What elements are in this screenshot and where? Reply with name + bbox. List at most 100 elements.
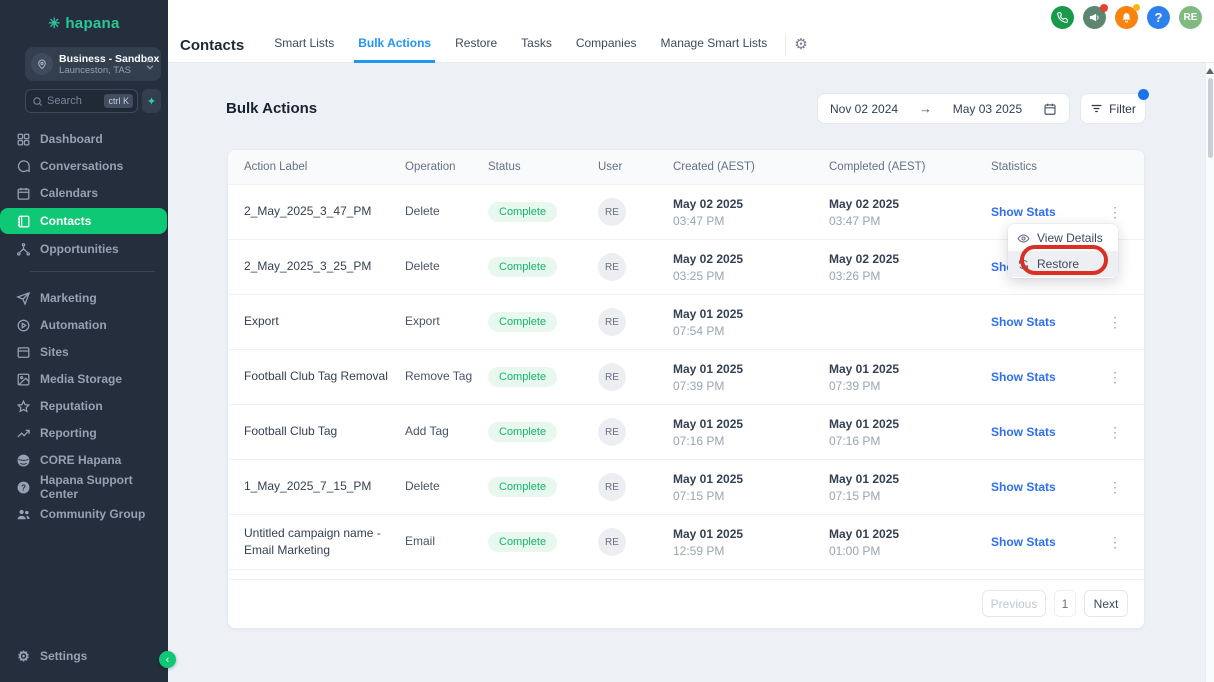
arrow-right-icon: → <box>919 101 932 116</box>
sidebar-item-marketing[interactable]: Marketing <box>0 286 168 310</box>
search-input[interactable] <box>43 95 104 107</box>
created-date: May 01 2025 <box>673 362 829 376</box>
tabs-gear-icon[interactable]: ⚙ <box>794 35 807 55</box>
show-stats-link[interactable]: Show Stats <box>991 425 1101 439</box>
show-stats-link[interactable]: Show Stats <box>991 315 1101 329</box>
tab-manage-smart-lists[interactable]: Manage Smart Lists <box>657 27 772 63</box>
restore-icon <box>1017 258 1030 271</box>
completed-time: 07:15 PM <box>829 489 991 503</box>
status-badge: Complete <box>488 422 557 442</box>
sidebar-item-dashboard[interactable]: Dashboard <box>0 127 168 151</box>
scrollbar-thumb[interactable] <box>1208 78 1213 158</box>
sidebar-item-settings[interactable]: ⚙ Settings <box>0 644 168 668</box>
row-actions-menu-button[interactable]: ⋮ <box>1101 479 1130 496</box>
show-stats-link[interactable]: Show Stats <box>991 480 1101 494</box>
row-actions-menu-button[interactable]: ⋮ <box>1101 314 1130 331</box>
col-status: Status <box>488 161 598 173</box>
eye-icon <box>1017 232 1030 245</box>
announcements-button[interactable] <box>1083 6 1106 29</box>
sidebar-collapse-button[interactable]: ‹ <box>159 651 176 668</box>
operation: Add Tag <box>405 423 488 440</box>
status-badge: Complete <box>488 532 557 552</box>
tab-restore[interactable]: Restore <box>451 27 501 63</box>
top-bar: ? RE Contacts Smart Lists Bulk Actions R… <box>168 0 1214 63</box>
row-actions-menu-button[interactable]: ⋮ <box>1101 424 1130 441</box>
support-icon: ? <box>16 480 31 495</box>
business-selector[interactable]: Business - Sandbox Launceston, TAS <box>25 47 161 81</box>
sidebar-item-opportunities[interactable]: Opportunities <box>0 237 168 261</box>
conversations-icon <box>16 159 31 174</box>
sidebar-search[interactable]: ctrl K <box>25 89 138 113</box>
action-label: Export <box>244 313 405 330</box>
table-row: 2_May_2025_3_47_PM Delete Complete RE Ma… <box>228 185 1144 240</box>
ai-sparkle-button[interactable]: ✦ <box>142 89 161 113</box>
sidebar-item-reputation[interactable]: Reputation <box>0 394 168 418</box>
help-button[interactable]: ? <box>1147 6 1170 29</box>
svg-text:?: ? <box>21 483 26 492</box>
sidebar-item-contacts[interactable]: Contacts <box>0 208 167 234</box>
sidebar-item-sites[interactable]: Sites <box>0 340 168 364</box>
completed-time: 01:00 PM <box>829 544 991 558</box>
status-badge: Complete <box>488 312 557 332</box>
main-content: Bulk Actions Nov 02 2024 → May 03 2025 F… <box>168 63 1205 682</box>
opportunities-icon <box>16 242 31 257</box>
menu-item-view-details[interactable]: View Details <box>1008 225 1118 251</box>
action-label: 2_May_2025_3_25_PM <box>244 258 405 275</box>
completed-date: May 02 2025 <box>829 197 991 211</box>
sidebar-item-media-storage[interactable]: Media Storage <box>0 367 168 391</box>
sidebar-item-calendars[interactable]: Calendars <box>0 181 168 205</box>
menu-item-restore[interactable]: Restore <box>1008 251 1118 277</box>
sidebar-item-conversations[interactable]: Conversations <box>0 154 168 178</box>
created-time: 07:15 PM <box>673 489 829 503</box>
reputation-icon <box>16 399 31 414</box>
operation: Delete <box>405 258 488 275</box>
business-location: Launceston, TAS <box>59 65 145 76</box>
created-date: May 01 2025 <box>673 527 829 541</box>
date-range-picker[interactable]: Nov 02 2024 → May 03 2025 <box>817 93 1070 124</box>
action-label: 2_May_2025_3_47_PM <box>244 203 405 220</box>
phone-button[interactable] <box>1051 6 1074 29</box>
created-time: 07:16 PM <box>673 434 829 448</box>
table-row: Football Club Tag Removal Remove Tag Com… <box>228 350 1144 405</box>
sidebar-item-reporting[interactable]: Reporting <box>0 421 168 445</box>
location-pin-icon <box>31 53 53 75</box>
hapana-logo: ✳ hapana <box>0 0 168 32</box>
megaphone-icon <box>1088 11 1101 24</box>
tab-smart-lists[interactable]: Smart Lists <box>270 27 338 63</box>
scrollbar[interactable] <box>1205 63 1214 682</box>
sidebar-item-core-hapana[interactable]: CORE Hapana <box>0 448 168 472</box>
filter-button[interactable]: Filter <box>1080 93 1146 124</box>
notifications-button[interactable] <box>1115 6 1138 29</box>
action-label: Football Club Tag Removal <box>244 368 405 385</box>
created-time: 03:25 PM <box>673 269 829 283</box>
row-actions-menu-button[interactable]: ⋮ <box>1101 369 1130 386</box>
settings-gear-icon: ⚙ <box>16 649 31 664</box>
row-actions-menu-button[interactable]: ⋮ <box>1101 204 1130 221</box>
operation: Email <box>405 533 488 550</box>
tab-companies[interactable]: Companies <box>572 27 641 63</box>
sidebar-item-support-center[interactable]: ? Hapana Support Center <box>0 475 168 499</box>
next-button[interactable]: Next <box>1084 590 1128 617</box>
page-number-button[interactable]: 1 <box>1054 590 1076 617</box>
tab-tasks[interactable]: Tasks <box>517 27 556 63</box>
row-actions-menu-button[interactable]: ⋮ <box>1101 534 1130 551</box>
scroll-up-arrow-icon[interactable] <box>1206 68 1214 74</box>
sidebar-item-community-group[interactable]: Community Group <box>0 502 168 526</box>
media-storage-icon <box>16 372 31 387</box>
table-row: 2_May_2025_3_25_PM Delete Complete RE Ma… <box>228 240 1144 295</box>
previous-button[interactable]: Previous <box>982 590 1046 617</box>
show-stats-link[interactable]: Show Stats <box>991 535 1101 549</box>
col-statistics: Statistics <box>991 161 1101 173</box>
show-stats-link[interactable]: Show Stats <box>991 370 1101 384</box>
user-avatar-badge: RE <box>598 363 626 391</box>
show-stats-link[interactable]: Show Stats <box>991 205 1101 219</box>
reporting-icon <box>16 426 31 441</box>
table-row: Untitled campaign name - Email Marketing… <box>228 515 1144 570</box>
action-label: 1_May_2025_7_15_PM <box>244 478 405 495</box>
bulk-actions-table: Action Label Operation Status User Creat… <box>227 149 1145 629</box>
created-time: 03:47 PM <box>673 214 829 228</box>
tab-bulk-actions[interactable]: Bulk Actions <box>354 27 435 63</box>
completed-time: 07:39 PM <box>829 379 991 393</box>
sidebar-item-automation[interactable]: Automation <box>0 313 168 337</box>
user-avatar[interactable]: RE <box>1179 6 1202 29</box>
